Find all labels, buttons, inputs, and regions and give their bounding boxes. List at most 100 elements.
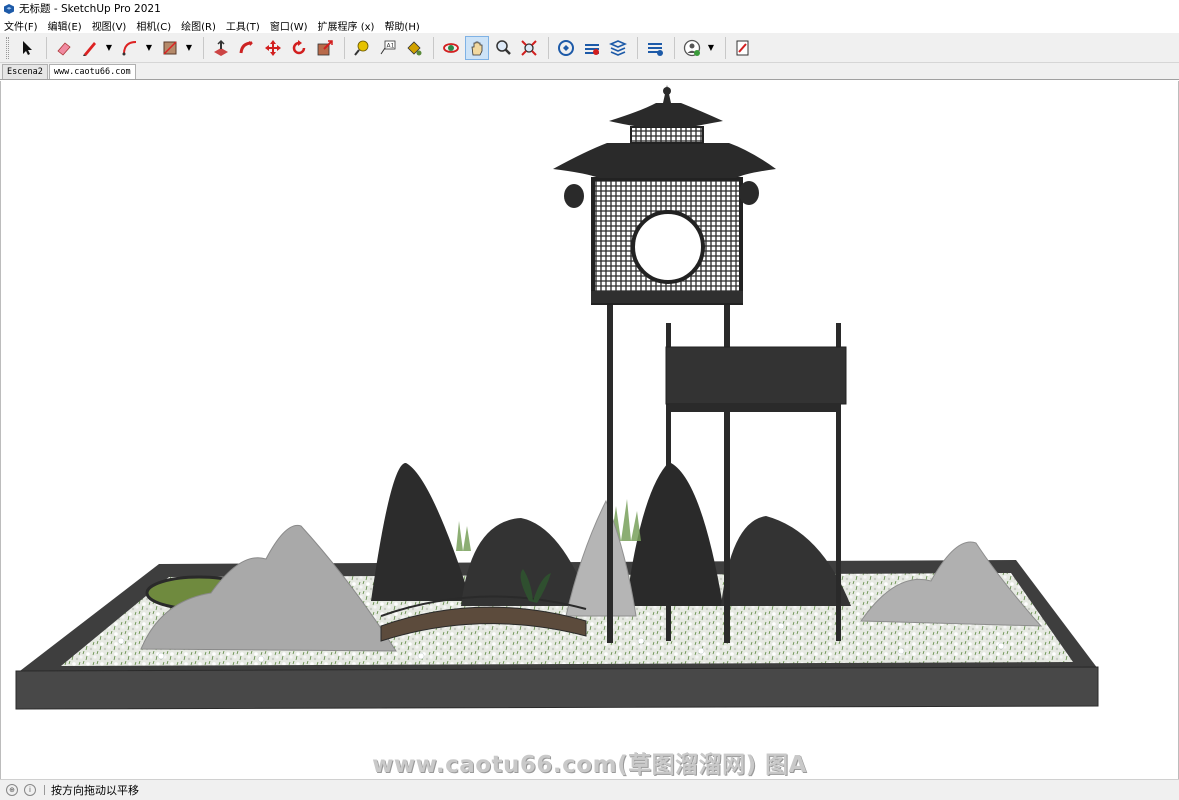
rotate-icon <box>292 39 306 54</box>
send-to-layout-button[interactable] <box>731 36 755 60</box>
toolbar-separator <box>548 36 549 59</box>
menu-edit[interactable]: 编辑(E) <box>48 18 82 33</box>
svg-text:A1: A1 <box>387 42 395 49</box>
menu-help[interactable]: 帮助(H) <box>384 18 419 33</box>
select-tool-button[interactable] <box>15 36 39 60</box>
line-tool-button[interactable] <box>78 36 102 60</box>
gate-beam <box>669 404 841 412</box>
rectangle-shape-icon <box>163 40 177 55</box>
dark-rock-1 <box>371 462 471 601</box>
tape-measure-icon <box>354 40 369 56</box>
select-arrow-icon <box>23 40 32 55</box>
layout-button[interactable] <box>606 36 630 60</box>
menu-view[interactable]: 视图(V) <box>92 18 127 33</box>
zoom-extents-icon <box>521 39 537 56</box>
account-icon <box>683 39 701 56</box>
push-pull-tool-button[interactable] <box>209 36 233 60</box>
watermark-text: www.caotu66.com(草图溜溜网) 图A <box>372 752 807 778</box>
scale-tool-button[interactable] <box>313 36 337 60</box>
orbit-icon <box>443 42 459 53</box>
layout-icon <box>609 39 627 56</box>
toolbar-separator <box>46 36 47 59</box>
scale-icon <box>317 39 333 55</box>
pavilion-upper-body <box>630 126 704 144</box>
menu-camera[interactable]: 相机(C) <box>136 18 171 33</box>
pavilion-lower-roof <box>553 143 776 178</box>
text-tool-button[interactable]: A1 <box>376 36 400 60</box>
shape-tool-dropdown[interactable]: ▼ <box>184 36 194 60</box>
menu-tools[interactable]: 工具(T) <box>226 18 260 33</box>
menu-file[interactable]: 文件(F) <box>4 18 38 33</box>
move-icon <box>265 39 281 56</box>
extension-warehouse-button[interactable] <box>580 36 604 60</box>
pencil-line-icon <box>83 41 96 56</box>
send-to-layout-icon <box>736 40 749 55</box>
lantern <box>739 181 759 205</box>
follow-me-icon <box>239 40 253 53</box>
eraser-tool-button[interactable] <box>52 36 76 60</box>
pavilion-finial-ball <box>663 87 671 95</box>
pan-tool-button[interactable] <box>465 35 489 60</box>
eraser-icon <box>57 41 71 56</box>
drawing-viewport[interactable]: www.caotu66.com(草图溜溜网) 图A <box>0 81 1179 779</box>
move-tool-button[interactable] <box>261 36 285 60</box>
pavilion-column <box>607 303 613 643</box>
warehouse-icon <box>558 39 574 56</box>
scene-tab-strip: Escena2 www.caotu66.com <box>0 63 1179 80</box>
model-scene <box>15 85 1099 710</box>
rotate-tool-button[interactable] <box>287 36 311 60</box>
toolbar-separator <box>433 36 434 59</box>
scene-tab-caotu66[interactable]: www.caotu66.com <box>48 64 136 79</box>
toolbar-separator <box>637 36 638 59</box>
grass-tuft <box>456 521 471 551</box>
toolbar-separator <box>674 36 675 59</box>
menu-draw[interactable]: 绘图(R) <box>181 18 216 33</box>
pavilion-upper-roof <box>609 103 723 127</box>
menu-bar: 文件(F) 编辑(E) 视图(V) 相机(C) 绘图(R) 工具(T) 窗口(W… <box>0 17 1179 33</box>
toolbar-separator <box>203 36 204 59</box>
3d-warehouse-button[interactable] <box>554 36 578 60</box>
arc-tool-dropdown[interactable]: ▼ <box>144 36 154 60</box>
account-button[interactable] <box>680 36 704 60</box>
orbit-tool-button[interactable] <box>439 36 463 60</box>
account-dropdown[interactable]: ▼ <box>706 36 716 60</box>
rectangle-tool-button[interactable] <box>158 36 182 60</box>
text-label-icon: A1 <box>380 40 396 54</box>
extension-manager-icon <box>648 42 663 56</box>
status-separator <box>44 785 45 795</box>
pavilion-base <box>591 291 743 303</box>
tray-front-face <box>15 666 1099 710</box>
toolbar-grip[interactable] <box>6 36 9 59</box>
info-icon[interactable]: i <box>24 784 36 796</box>
gate-roof <box>665 346 847 405</box>
zoom-extents-tool-button[interactable] <box>517 36 541 60</box>
status-text: 按方向拖动以平移 <box>51 784 139 797</box>
paint-bucket-tool-button[interactable] <box>402 36 426 60</box>
zoom-icon <box>496 39 511 55</box>
toolbar-separator <box>725 36 726 59</box>
menu-window[interactable]: 窗口(W) <box>270 18 308 33</box>
pan-hand-icon <box>471 41 483 55</box>
push-pull-icon <box>214 39 228 56</box>
geo-location-icon[interactable]: ⊕ <box>6 784 18 796</box>
arc-icon <box>122 40 137 55</box>
status-bar: ⊕ i 按方向拖动以平移 <box>0 779 1179 800</box>
arc-tool-button[interactable] <box>118 36 142 60</box>
title-bar: 无标题 - SketchUp Pro 2021 <box>0 0 1179 17</box>
moon-gate <box>631 210 705 284</box>
toolbar-separator <box>344 36 345 59</box>
lantern <box>564 184 584 208</box>
paint-bucket-icon <box>407 40 422 55</box>
window-title: 无标题 - SketchUp Pro 2021 <box>19 3 161 15</box>
extension-warehouse-icon <box>585 43 599 55</box>
zoom-tool-button[interactable] <box>491 36 515 60</box>
line-tool-dropdown[interactable]: ▼ <box>104 36 114 60</box>
scene-tab-escena2[interactable]: Escena2 <box>2 64 48 79</box>
extension-manager-button[interactable] <box>643 36 667 60</box>
follow-me-tool-button[interactable] <box>235 36 259 60</box>
tape-measure-tool-button[interactable] <box>350 36 374 60</box>
menu-extensions[interactable]: 扩展程序 (x) <box>318 18 375 33</box>
dark-rock-3 <box>626 462 723 606</box>
main-toolbar: ▼ ▼ ▼ A1 ▼ <box>0 33 1179 63</box>
sketchup-logo-icon <box>4 3 14 14</box>
